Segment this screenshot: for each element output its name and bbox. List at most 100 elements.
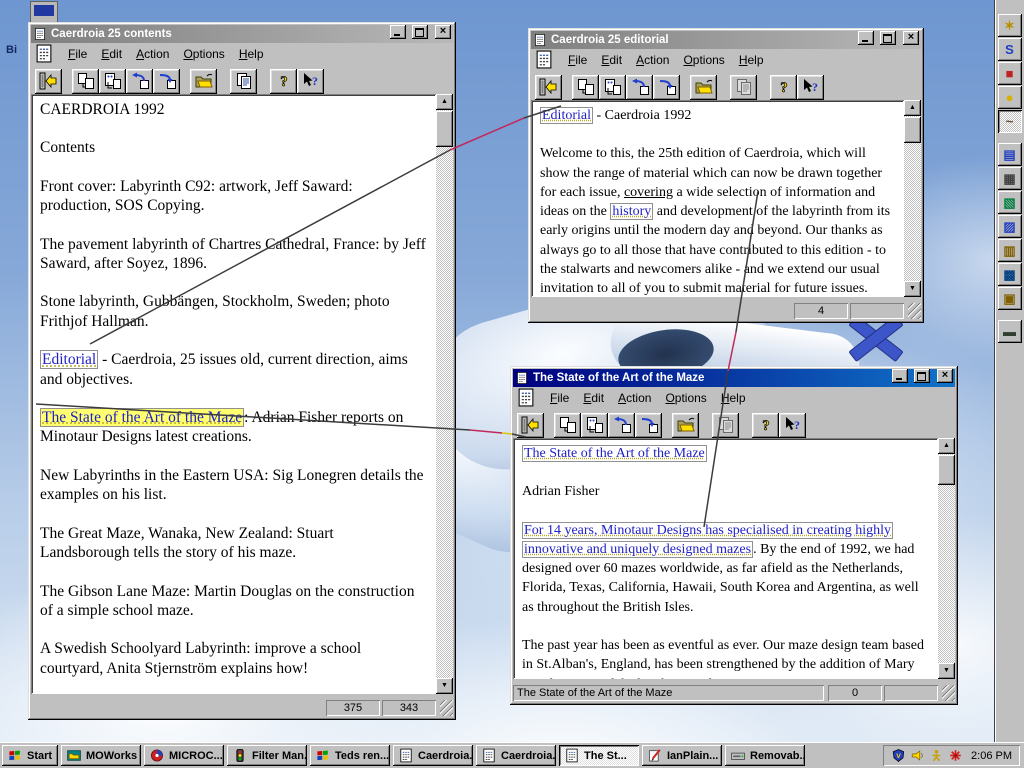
cardfile-shortcut[interactable]: ▩ — [997, 263, 1022, 286]
vertical-scrollbar[interactable] — [436, 94, 453, 694]
close-button[interactable] — [903, 30, 919, 45]
link-forward-button[interactable] — [653, 74, 680, 100]
hyperlink[interactable]: The State of the Art of the Maze — [522, 445, 707, 462]
titlebar[interactable]: Caerdroia 25 editorial — [531, 30, 921, 49]
pda-shortcut[interactable]: ▨ — [997, 215, 1022, 238]
maximize-button[interactable] — [879, 30, 896, 45]
maximize-button[interactable] — [913, 368, 930, 383]
minimize-button[interactable] — [390, 24, 407, 39]
menu-file[interactable]: File — [561, 51, 594, 69]
minimize-button[interactable] — [892, 368, 909, 383]
wallet-shortcut[interactable]: ▣ — [997, 287, 1022, 310]
close-button[interactable] — [435, 24, 451, 39]
antivirus-shield-icon[interactable] — [891, 748, 906, 763]
task-ianplain[interactable]: IanPlain... — [642, 745, 722, 766]
copy-page-button[interactable] — [554, 412, 581, 438]
connect-shortcut[interactable]: ~ — [997, 110, 1022, 133]
task-moworks[interactable]: MOWorks — [61, 745, 141, 766]
disk-shortcut[interactable]: ▬ — [997, 320, 1022, 343]
antivirus-shortcut[interactable]: ✶ — [997, 14, 1022, 37]
resize-grip[interactable] — [908, 303, 921, 319]
vertical-scrollbar[interactable] — [938, 438, 955, 679]
menu-help[interactable]: Help — [732, 51, 771, 69]
context-help-button[interactable] — [797, 74, 824, 100]
open-button[interactable] — [672, 412, 699, 438]
scrollbar-thumb[interactable] — [938, 455, 955, 485]
scroll-down-icon[interactable] — [904, 281, 921, 297]
scheduler-icon[interactable] — [929, 748, 944, 763]
menu-action[interactable]: Action — [129, 45, 176, 63]
menu-action[interactable]: Action — [629, 51, 676, 69]
mail-shortcut[interactable]: ▥ — [997, 239, 1022, 262]
document-content[interactable]: The State of the Art of the Maze Adrian F… — [513, 438, 938, 679]
exit-button[interactable] — [535, 74, 562, 100]
task-filter-manager[interactable]: Filter Man... — [227, 745, 307, 766]
hyperlink[interactable]: The State of the Art of the Maze — [40, 408, 245, 428]
schedule-shortcut[interactable]: S — [997, 38, 1022, 61]
replace-button[interactable] — [599, 74, 626, 100]
sync-shortcut[interactable]: ▧ — [997, 191, 1022, 214]
exit-button[interactable] — [517, 412, 544, 438]
copy-page-button[interactable] — [572, 74, 599, 100]
scroll-up-icon[interactable] — [436, 94, 453, 110]
task-caerdroia-editorial[interactable]: Caerdroia... — [476, 745, 556, 766]
toolbox-shortcut[interactable]: ■ — [997, 62, 1022, 85]
copy-page-button[interactable] — [72, 68, 99, 94]
copy-button[interactable] — [712, 412, 739, 438]
scrollbar-thumb[interactable] — [436, 111, 453, 147]
copy-button[interactable] — [730, 74, 757, 100]
menu-options[interactable]: Options — [176, 45, 231, 63]
help-button[interactable] — [270, 68, 297, 94]
menu-edit[interactable]: Edit — [576, 389, 611, 407]
replace-button[interactable] — [581, 412, 608, 438]
menu-options[interactable]: Options — [676, 51, 731, 69]
exit-button[interactable] — [35, 68, 62, 94]
link-forward-button[interactable] — [635, 412, 662, 438]
hyperlink[interactable]: Editorial — [40, 350, 99, 370]
close-button[interactable] — [937, 368, 953, 383]
resize-grip[interactable] — [440, 700, 453, 716]
menu-edit[interactable]: Edit — [594, 51, 629, 69]
hyperlink[interactable]: history — [610, 203, 654, 221]
scroll-up-icon[interactable] — [938, 438, 955, 454]
task-microc[interactable]: MICROC... — [144, 745, 224, 766]
copy-button[interactable] — [230, 68, 257, 94]
clock[interactable]: 2:06 PM — [971, 750, 1012, 762]
task-caerdroia-contents[interactable]: Caerdroia... — [393, 745, 473, 766]
badge-shortcut[interactable]: ● — [997, 86, 1022, 109]
titlebar[interactable]: Caerdroia 25 contents — [31, 24, 453, 43]
context-help-button[interactable] — [297, 68, 324, 94]
replace-button[interactable] — [99, 68, 126, 94]
document-content[interactable]: CAERDROIA 1992 Contents Front cover: Labyr… — [31, 94, 436, 694]
resize-grip[interactable] — [942, 685, 955, 701]
scroll-down-icon[interactable] — [938, 663, 955, 679]
task-state-of-art[interactable]: The St... — [559, 745, 639, 766]
minimize-button[interactable] — [858, 30, 875, 45]
desktop-icon-label[interactable]: Bi — [6, 44, 17, 56]
menu-options[interactable]: Options — [658, 389, 713, 407]
menu-file[interactable]: File — [61, 45, 94, 63]
help-button[interactable] — [770, 74, 797, 100]
menu-action[interactable]: Action — [611, 389, 658, 407]
desktop-icon-partial[interactable] — [30, 1, 58, 23]
titlebar[interactable]: The State of the Art of the Maze — [513, 368, 955, 387]
task-removable[interactable]: Removab... — [725, 745, 805, 766]
scroll-down-icon[interactable] — [436, 678, 453, 694]
link-back-button[interactable] — [126, 68, 153, 94]
start-button[interactable]: Start — [2, 745, 58, 766]
maximize-button[interactable] — [411, 24, 428, 39]
virus-sweep-icon[interactable] — [948, 748, 963, 763]
context-help-button[interactable] — [779, 412, 806, 438]
hyperlink[interactable]: Editorial — [540, 107, 593, 124]
open-button[interactable] — [690, 74, 717, 100]
print-shortcut[interactable]: ▤ — [997, 143, 1022, 166]
link-forward-button[interactable] — [153, 68, 180, 94]
laptop-shortcut[interactable]: ▦ — [997, 167, 1022, 190]
menu-file[interactable]: File — [543, 389, 576, 407]
document-content[interactable]: Editorial - Caerdroia 1992 Welcome to thi… — [531, 100, 904, 297]
volume-icon[interactable] — [910, 748, 925, 763]
menu-help[interactable]: Help — [232, 45, 271, 63]
link-back-button[interactable] — [608, 412, 635, 438]
menu-help[interactable]: Help — [714, 389, 753, 407]
help-button[interactable] — [752, 412, 779, 438]
